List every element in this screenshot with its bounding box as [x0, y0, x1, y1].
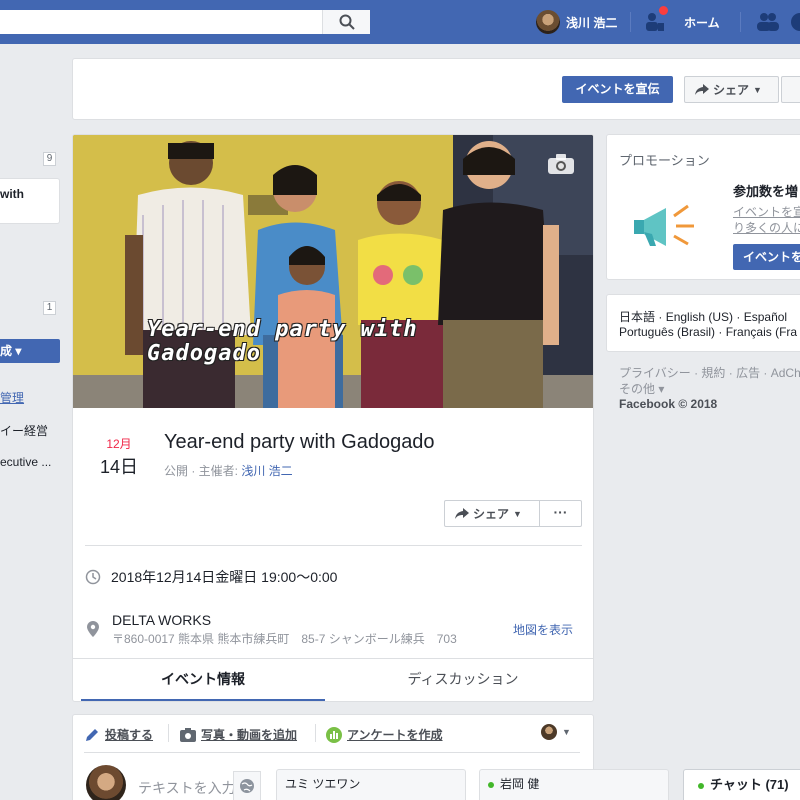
composer-divider-line — [84, 752, 580, 753]
footer-links[interactable]: プライバシー · 規約 · 広告 · AdCh — [619, 364, 800, 381]
chat-label: チャット (71) — [710, 777, 789, 792]
promotion-description[interactable]: イベントを宣 — [733, 203, 800, 220]
footer-copyright: Facebook © 2018 — [619, 397, 718, 411]
composer-poll-label: アンケートを作成 — [347, 728, 443, 742]
composer-photo-tab[interactable]: 写真・動画を追加 — [180, 726, 297, 743]
language-link[interactable]: Español — [744, 310, 787, 324]
search-icon — [339, 14, 355, 30]
event-title: Year-end party with Gadogado — [164, 431, 435, 453]
chat-contact-name: ユミ ツエワン — [285, 777, 361, 791]
composer-post-label: 投稿する — [105, 728, 154, 742]
chat-contact-tab[interactable]: 岩岡 健 — [479, 769, 669, 800]
sidebar-event-label: with — [0, 187, 24, 201]
cover-photo-image — [73, 135, 593, 408]
search-input[interactable] — [0, 10, 370, 34]
friend-requests-button[interactable] — [756, 11, 780, 36]
post-as-avatar[interactable] — [541, 724, 557, 740]
messenger-button[interactable] — [790, 12, 800, 35]
composer-photo-label: 写真・動画を追加 — [201, 728, 298, 742]
search-button[interactable] — [322, 10, 370, 34]
friends-icon — [757, 13, 779, 31]
event-datetime-row: 2018年12月14日金曜日 19:00〜0:00 — [85, 567, 337, 587]
caret-down-icon[interactable]: ▼ — [562, 727, 571, 737]
photo-icon — [180, 727, 196, 742]
language-link[interactable]: Português (Brasil) — [619, 325, 715, 339]
share-button[interactable]: シェア ▼ — [444, 500, 540, 527]
promote-event-button[interactable]: イベントを宣伝 — [562, 76, 673, 103]
composer-poll-tab[interactable]: アンケートを作成 — [326, 726, 443, 743]
chat-contact-name: 岩岡 健 — [500, 777, 540, 791]
more-options-button[interactable]: ··· — [539, 500, 582, 527]
sidebar-link-executive[interactable]: ecutive ... — [0, 455, 51, 469]
event-visibility-host: 公開 · 主催者: 浅川 浩二 — [164, 462, 293, 479]
chevron-down-icon: ▼ — [513, 508, 522, 519]
sidebar-link-manage[interactable]: 管理 — [0, 389, 24, 406]
tab-event-info[interactable]: イベント情報 — [81, 659, 325, 701]
composer-avatar — [86, 765, 126, 800]
event-datetime: 2018年12月14日金曜日 19:00〜0:00 — [111, 569, 338, 585]
event-cover-photo[interactable]: Year-end party with Gadogado — [73, 135, 593, 408]
chat-contact-tab[interactable]: ユミ ツエワン — [276, 769, 466, 800]
share-label: シェア — [713, 83, 750, 97]
show-map-link[interactable]: 地図を表示 — [513, 621, 573, 638]
nav-divider — [740, 12, 741, 32]
sidebar-count-badge: 9 — [43, 152, 56, 166]
location-address: 〒860-0017 熊本県 熊本市練兵町 85-7 シャンボール練兵 703 — [112, 632, 457, 646]
online-status-dot — [698, 782, 704, 789]
sidebar-link-management[interactable]: イー経営 — [0, 422, 48, 439]
language-row: Português (Brasil) · Français (Fra — [619, 325, 798, 339]
profile-name-link[interactable]: 浅川 浩二 — [566, 14, 617, 31]
chevron-down-icon: ▼ — [753, 84, 762, 95]
location-pin-icon — [87, 621, 99, 640]
composer-divider — [168, 724, 169, 742]
event-visibility: 公開 · 主催者: — [164, 464, 242, 478]
megaphone-icon — [632, 194, 700, 257]
location-name[interactable]: DELTA WORKS — [112, 612, 211, 628]
composer-text-input[interactable]: テキストを入力 — [138, 778, 236, 798]
cover-title-overlay: Year-end party with Gadogado — [147, 317, 418, 366]
promotion-title: プロモーション — [619, 153, 710, 168]
globe-icon[interactable] — [233, 771, 261, 800]
event-date-day: 14日 — [99, 457, 139, 477]
event-card: Year-end party with Gadogado 12月 14日 Yea… — [72, 134, 594, 702]
home-link[interactable]: ホーム — [684, 14, 720, 31]
poll-icon — [326, 726, 342, 743]
language-link[interactable]: English (US) — [666, 310, 733, 324]
chat-sidebar-toggle[interactable]: チャット (71) — [683, 769, 800, 800]
language-current: 日本語 — [619, 310, 656, 324]
create-button[interactable]: 成 ▾ — [0, 339, 60, 363]
online-status-dot — [488, 781, 494, 788]
pencil-icon — [86, 728, 98, 741]
composer-divider — [315, 724, 316, 742]
more-options-button-top[interactable] — [781, 76, 800, 103]
sidebar-count-badge: 1 — [43, 301, 56, 315]
composer-post-tab[interactable]: 投稿する — [84, 726, 153, 743]
notification-dot — [658, 5, 669, 16]
promotion-heading: 参加数を増 — [733, 184, 799, 199]
profile-avatar[interactable] — [536, 10, 560, 34]
promote-button[interactable]: イベントを — [733, 244, 800, 270]
event-host-link[interactable]: 浅川 浩二 — [241, 464, 292, 478]
promotion-description[interactable]: り多くの人に — [733, 219, 800, 236]
nav-divider — [630, 12, 631, 32]
section-divider — [85, 545, 582, 546]
sidebar-event-item[interactable]: with — [0, 178, 60, 224]
footer-more-link[interactable]: その他 ▾ — [619, 380, 664, 397]
share-button-top[interactable]: シェア ▼ — [684, 76, 779, 103]
share-arrow-icon — [695, 83, 709, 95]
messenger-icon — [791, 13, 800, 31]
camera-icon[interactable] — [547, 153, 575, 178]
share-label: シェア — [473, 507, 510, 521]
tab-discussion[interactable]: ディスカッション — [341, 659, 585, 701]
language-link[interactable]: Français (Fra — [726, 325, 797, 339]
event-date-month: 12月 — [106, 437, 132, 451]
share-arrow-icon — [455, 507, 469, 519]
clock-icon — [85, 569, 101, 585]
language-row: 日本語 · English (US) · Español — [619, 310, 788, 324]
